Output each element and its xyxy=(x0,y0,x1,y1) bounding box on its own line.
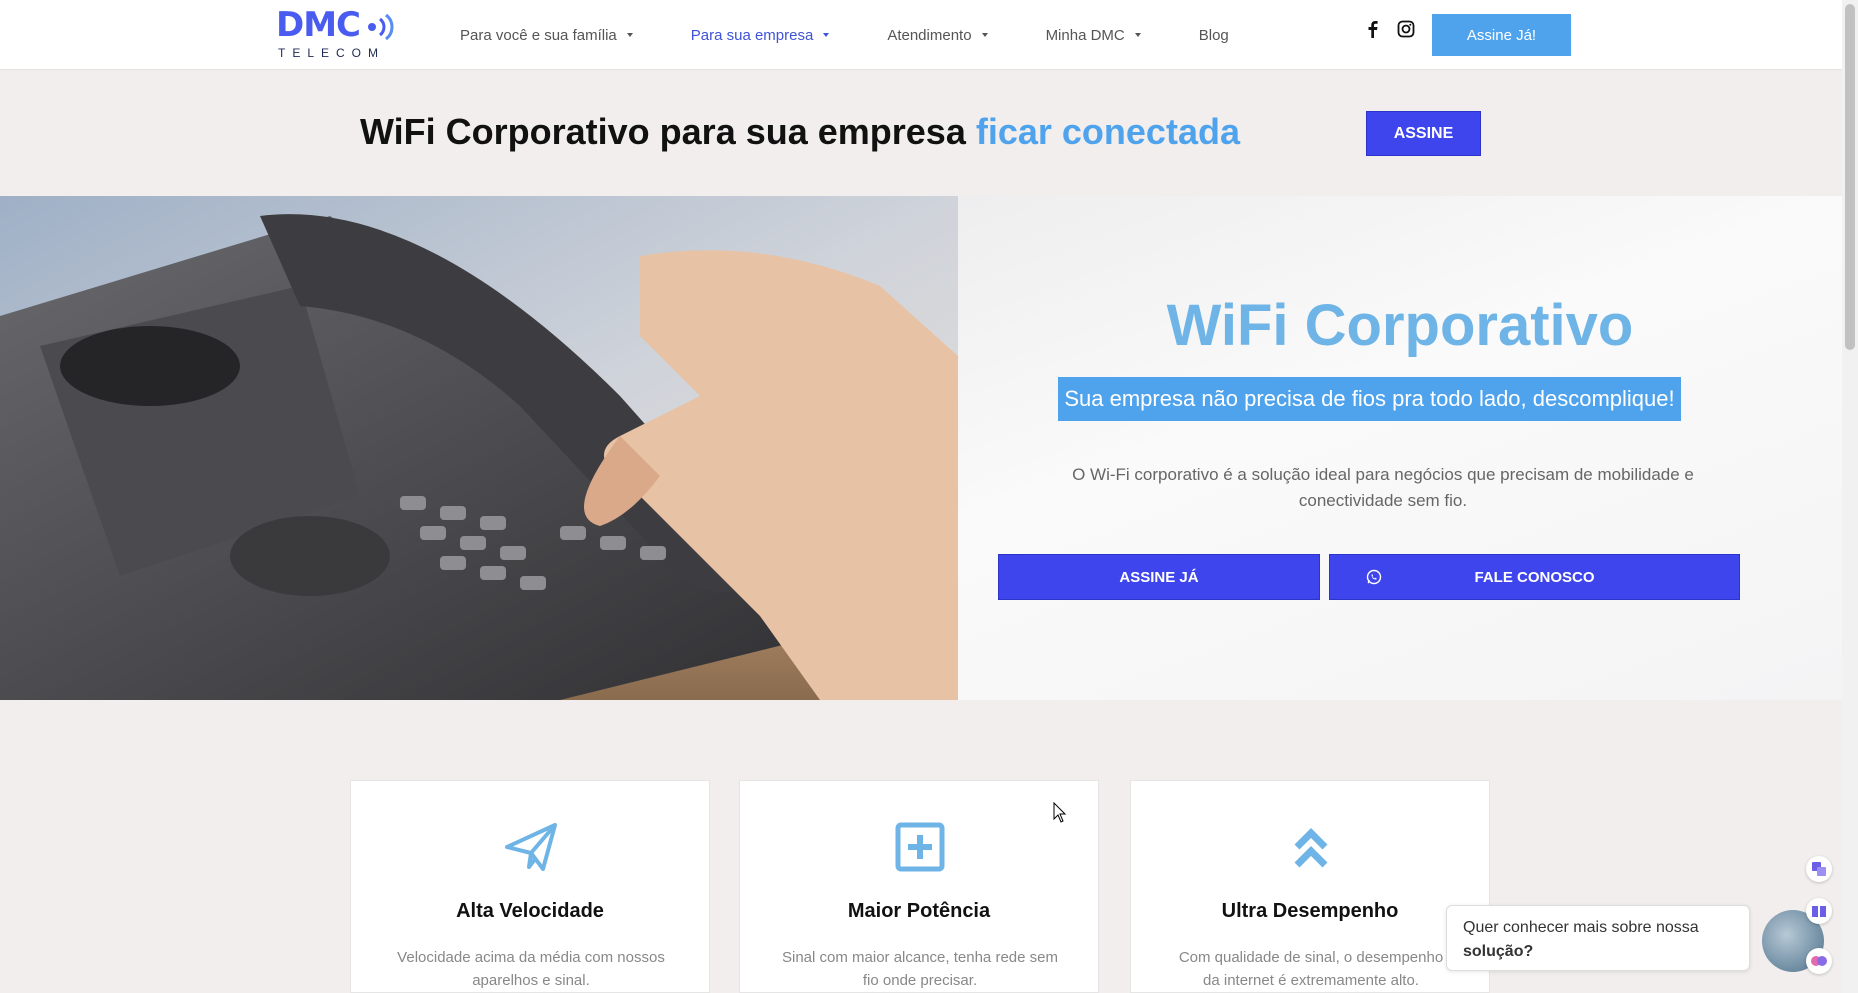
reader-book-icon[interactable] xyxy=(1806,898,1832,924)
main-nav: Para você e sua família Para sua empresa… xyxy=(460,0,1287,70)
banner-title-highlight: ficar conectada xyxy=(975,111,1240,152)
facebook-icon[interactable] xyxy=(1364,20,1382,38)
assine-ja-label: ASSINE JÁ xyxy=(1119,568,1199,586)
nav-label: Para sua empresa xyxy=(690,26,814,44)
paper-plane-icon xyxy=(505,823,557,871)
chat-prompt-bubble[interactable]: Quer conhecer mais sobre nossa solução? xyxy=(1446,905,1750,971)
banner-title: WiFi Corporativo para sua empresa ficar … xyxy=(360,111,1240,153)
double-chevron-up-icon xyxy=(1294,828,1328,868)
nav-item-atendimento[interactable]: Atendimento xyxy=(887,26,988,44)
chat-text-bold: solução? xyxy=(1463,943,1534,960)
feature-title: Maior Potência xyxy=(847,900,991,922)
translate-icon[interactable] xyxy=(1806,856,1832,882)
promo-banner: WiFi Corporativo para sua empresa ficar … xyxy=(0,71,1842,196)
logo[interactable]: DMC TELECOM xyxy=(276,6,398,62)
feature-description: Com qualidade de sinal, o desempenho da … xyxy=(1178,949,1444,989)
mouse-cursor-icon xyxy=(1053,802,1067,823)
assine-ja-hero-button[interactable]: ASSINE JÁ xyxy=(998,554,1320,600)
feature-title: Alta Velocidade xyxy=(456,900,604,922)
assine-ja-header-button[interactable]: Assine Já! xyxy=(1432,14,1571,56)
nav-label: Minha DMC xyxy=(1045,26,1125,44)
nav-label: Atendimento xyxy=(887,26,972,44)
feature-title: Ultra Desempenho xyxy=(1221,900,1399,922)
assine-banner-button[interactable]: ASSINE xyxy=(1366,111,1481,156)
feature-description: Velocidade acima da média com nossos apa… xyxy=(397,949,665,989)
fale-conosco-label: FALE CONOSCO xyxy=(1474,568,1595,586)
feature-description: Sinal com maior alcance, tenha rede sem … xyxy=(782,949,1058,989)
hero-content: WiFi Corporativo Sua empresa não precisa… xyxy=(958,196,1842,700)
nav-item-blog[interactable]: Blog xyxy=(1199,27,1229,44)
nav-item-familia[interactable]: Para você e sua família xyxy=(460,27,633,44)
hero-subtitle: Sua empresa não precisa de fios pra todo… xyxy=(1058,377,1681,421)
feature-card-velocidade: Alta Velocidade Velocidade acima da médi… xyxy=(350,780,710,993)
hero-title: WiFi Corporativo xyxy=(1166,293,1634,358)
caret-down-icon xyxy=(823,33,830,37)
banner-title-text: WiFi Corporativo para sua empresa xyxy=(360,111,976,152)
site-header: DMC TELECOM Para você e sua família Para… xyxy=(0,0,1842,70)
nav-label: Blog xyxy=(1198,26,1229,44)
nav-item-minha-dmc[interactable]: Minha DMC xyxy=(1046,27,1141,44)
logo-subtitle: TELECOM xyxy=(278,46,386,60)
signal-waves-icon xyxy=(368,13,394,41)
nav-item-empresa[interactable]: Para sua empresa xyxy=(691,27,830,44)
feature-card-potencia: Maior Potência Sinal com maior alcance, … xyxy=(739,780,1099,993)
fale-conosco-button[interactable]: FALE CONOSCO xyxy=(1329,554,1740,600)
feature-card-desempenho: Ultra Desempenho Com qualidade de sinal,… xyxy=(1130,780,1490,993)
scrollbar-thumb[interactable] xyxy=(1845,4,1855,350)
chat-text: Quer conhecer mais sobre nossa xyxy=(1463,919,1699,936)
nav-label: Para você e sua família xyxy=(460,26,617,44)
caret-down-icon xyxy=(981,33,988,37)
page-scrollbar[interactable] xyxy=(1842,0,1858,993)
hero-telephone-image xyxy=(0,196,958,700)
logo-word: DMC xyxy=(276,5,361,45)
plus-square-icon xyxy=(895,822,945,872)
brain-ai-icon[interactable] xyxy=(1806,948,1832,974)
caret-down-icon xyxy=(626,33,633,37)
caret-down-icon xyxy=(1134,33,1141,37)
instagram-icon[interactable] xyxy=(1397,20,1415,38)
hero-description: O Wi-Fi corporativo é a solução ideal pa… xyxy=(1072,465,1694,510)
telephone-photo-illustration xyxy=(0,196,958,700)
whatsapp-icon xyxy=(1366,569,1382,585)
